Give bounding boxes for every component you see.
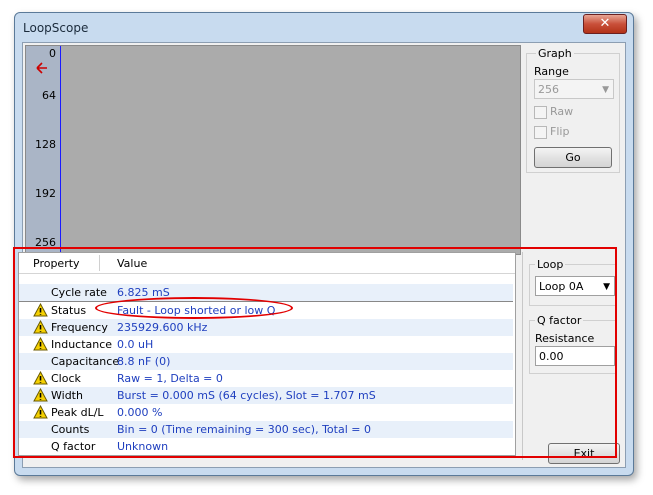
highlight-frame: [13, 247, 617, 458]
y-axis: 0 64 128 192 256: [26, 46, 61, 254]
chevron-down-icon: ▼: [602, 85, 609, 95]
range-label: Range: [534, 65, 569, 78]
close-button[interactable]: ✕: [583, 14, 627, 34]
group-title: Graph: [536, 47, 574, 60]
range-value: 256: [538, 83, 559, 96]
window-title: LoopScope: [23, 21, 89, 35]
tick-label: 192: [35, 187, 56, 200]
tick-label: 64: [42, 89, 56, 102]
go-button[interactable]: Go: [534, 147, 612, 168]
flip-label: Flip: [550, 125, 570, 138]
graph-group: Graph Range 256 ▼ Raw Flip Go: [526, 45, 620, 175]
tick-label: 128: [35, 138, 56, 151]
flip-checkbox[interactable]: [534, 126, 547, 139]
range-select[interactable]: 256 ▼: [534, 79, 614, 99]
tick-label: 0: [49, 47, 56, 60]
highlight-ellipse: [95, 297, 293, 319]
raw-label: Raw: [550, 105, 574, 118]
graph-canvas[interactable]: 0 64 128 192 256: [25, 45, 521, 255]
arrow-left-icon: [36, 62, 48, 77]
title-bar[interactable]: LoopScope ✕: [15, 13, 633, 43]
raw-checkbox[interactable]: [534, 106, 547, 119]
